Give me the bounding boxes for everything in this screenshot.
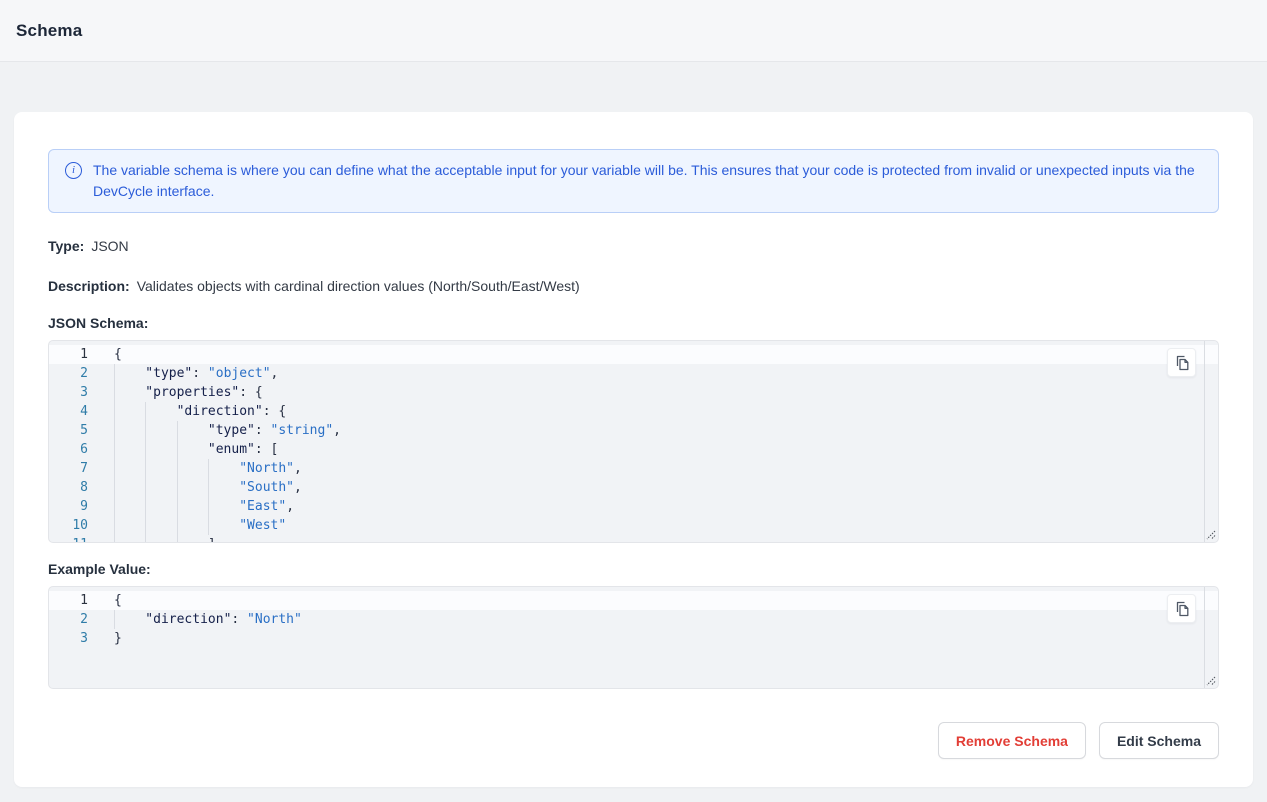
code-line: 6"enum": [ [49,440,1218,459]
indent-guide [208,516,209,535]
indent-guide [208,497,209,516]
example-value-label-row: Example Value: [48,561,1219,577]
copy-button[interactable] [1167,594,1196,623]
indent-guide [177,497,178,516]
code-lines: 1{2"direction": "North"3} [49,587,1218,648]
line-number: 5 [49,421,114,440]
indent-guide [114,478,115,497]
example-value-editor[interactable]: 1{2"direction": "North"3} [48,586,1219,689]
indent-guide [114,440,115,459]
page-title: Schema [16,21,82,41]
code-line: 1{ [49,591,1218,610]
indent-guide [145,516,146,535]
line-number: 2 [49,364,114,383]
line-number: 7 [49,459,114,478]
description-value: Validates objects with cardinal directio… [137,278,580,294]
indent-guide [145,497,146,516]
indent-guide [114,383,115,402]
resize-grip-icon[interactable] [1205,675,1216,686]
line-number: 3 [49,629,114,648]
indent-guide [114,497,115,516]
line-number: 11 [49,535,114,543]
info-alert-text: The variable schema is where you can def… [93,160,1202,202]
description-row: Description: Validates objects with card… [48,278,1219,294]
code-line: 5"type": "string", [49,421,1218,440]
line-number: 6 [49,440,114,459]
code-line: 2"direction": "North" [49,610,1218,629]
code-line: 10"West" [49,516,1218,535]
action-buttons-row: Remove Schema Edit Schema [48,722,1219,759]
indent-guide [114,364,115,383]
indent-guide [177,535,178,543]
line-number: 4 [49,402,114,421]
indent-guide [145,459,146,478]
resize-grip-icon[interactable] [1205,529,1216,540]
indent-guide [114,459,115,478]
indent-guide [145,440,146,459]
code-line: 2"type": "object", [49,364,1218,383]
json-schema-editor[interactable]: 1{2"type": "object",3"properties": {4"di… [48,340,1219,543]
line-number: 1 [49,591,114,610]
code-lines: 1{2"type": "object",3"properties": {4"di… [49,341,1218,543]
editor-scrollbar[interactable] [1204,587,1205,688]
indent-guide [177,478,178,497]
code-line: 3"properties": { [49,383,1218,402]
editor-scrollbar[interactable] [1204,341,1205,542]
indent-guide [177,459,178,478]
indent-guide [145,478,146,497]
line-number: 1 [49,345,114,364]
indent-guide [114,610,115,629]
code-line: 11] [49,535,1218,543]
code-line: 3} [49,629,1218,648]
indent-guide [114,421,115,440]
copy-icon [1174,601,1190,617]
type-label: Type: [48,238,84,254]
indent-guide [145,421,146,440]
indent-guide [145,402,146,421]
line-number: 2 [49,610,114,629]
description-label: Description: [48,278,130,294]
type-row: Type: JSON [48,238,1219,254]
indent-guide [208,459,209,478]
line-number: 10 [49,516,114,535]
code-line: 4"direction": { [49,402,1218,421]
line-number: 3 [49,383,114,402]
code-line: 7"North", [49,459,1218,478]
json-schema-label: JSON Schema: [48,315,148,331]
info-alert: i The variable schema is where you can d… [48,149,1219,213]
code-line: 9"East", [49,497,1218,516]
indent-guide [177,440,178,459]
edit-schema-button[interactable]: Edit Schema [1099,722,1219,759]
indent-guide [177,516,178,535]
type-value: JSON [91,238,128,254]
code-line: 1{ [49,345,1218,364]
info-circle-icon: i [65,162,82,179]
indent-guide [145,535,146,543]
schema-card: i The variable schema is where you can d… [14,112,1253,787]
json-schema-label-row: JSON Schema: [48,315,1219,331]
indent-guide [177,421,178,440]
line-number: 9 [49,497,114,516]
code-line: 8"South", [49,478,1218,497]
indent-guide [114,516,115,535]
page-header: Schema [0,0,1267,62]
indent-guide [114,402,115,421]
line-number: 8 [49,478,114,497]
copy-button[interactable] [1167,348,1196,377]
copy-icon [1174,355,1190,371]
indent-guide [208,478,209,497]
remove-schema-button[interactable]: Remove Schema [938,722,1086,759]
example-value-label: Example Value: [48,561,151,577]
indent-guide [114,535,115,543]
